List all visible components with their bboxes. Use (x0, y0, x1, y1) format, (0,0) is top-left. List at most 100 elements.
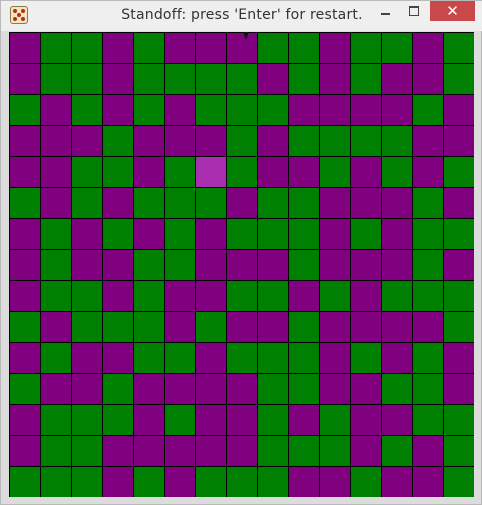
board-cell[interactable] (40, 311, 71, 342)
board-cell[interactable] (164, 404, 195, 435)
board-cell[interactable] (443, 435, 474, 466)
board-cell[interactable] (71, 187, 102, 218)
board-cell[interactable] (350, 280, 381, 311)
board-cell[interactable] (412, 435, 443, 466)
board-cell[interactable] (9, 404, 40, 435)
board-cell[interactable] (412, 342, 443, 373)
board-cell[interactable] (412, 249, 443, 280)
board-cell[interactable] (195, 280, 226, 311)
board-cell[interactable] (164, 32, 195, 63)
board-cell[interactable] (226, 187, 257, 218)
board-cell[interactable] (381, 249, 412, 280)
board-cell[interactable] (381, 404, 412, 435)
board-cell[interactable] (9, 466, 40, 497)
board-cell[interactable] (319, 156, 350, 187)
board-cell[interactable] (412, 125, 443, 156)
board-cell[interactable] (133, 373, 164, 404)
board-cell[interactable] (71, 342, 102, 373)
board-cell[interactable] (195, 404, 226, 435)
board-cell[interactable] (350, 435, 381, 466)
board-cell[interactable] (381, 218, 412, 249)
board-cell[interactable] (381, 187, 412, 218)
board-cell[interactable] (164, 156, 195, 187)
board-cell[interactable] (257, 187, 288, 218)
board-cell[interactable] (133, 94, 164, 125)
board-cell[interactable] (257, 218, 288, 249)
board-cell[interactable] (381, 125, 412, 156)
board-cell[interactable] (40, 94, 71, 125)
board-cell[interactable] (195, 125, 226, 156)
board-cell[interactable] (350, 249, 381, 280)
board-cell[interactable] (226, 125, 257, 156)
board-cell[interactable] (319, 32, 350, 63)
board-cell[interactable] (381, 63, 412, 94)
board-cell[interactable] (133, 63, 164, 94)
board-cell[interactable] (226, 373, 257, 404)
board-cell[interactable] (412, 218, 443, 249)
board-cell[interactable] (40, 466, 71, 497)
board-cell[interactable] (288, 218, 319, 249)
board-cell[interactable] (443, 125, 474, 156)
board-cell[interactable] (443, 373, 474, 404)
board-cell[interactable] (381, 94, 412, 125)
board-cell[interactable] (164, 94, 195, 125)
board-cell[interactable] (102, 187, 133, 218)
board-cell[interactable] (319, 94, 350, 125)
board-cell[interactable] (443, 63, 474, 94)
board-cell[interactable] (40, 435, 71, 466)
board-cell[interactable] (164, 218, 195, 249)
board-cell[interactable] (381, 280, 412, 311)
board-cell[interactable] (226, 435, 257, 466)
board-cell[interactable] (226, 342, 257, 373)
board-cell[interactable] (102, 218, 133, 249)
board-cell[interactable] (288, 435, 319, 466)
board-cell[interactable] (350, 156, 381, 187)
board-cell[interactable] (71, 373, 102, 404)
board-cell[interactable] (164, 435, 195, 466)
board-cell[interactable] (319, 218, 350, 249)
board-cell[interactable] (226, 218, 257, 249)
board-cell[interactable] (164, 373, 195, 404)
board-cell[interactable] (9, 32, 40, 63)
board-cell[interactable] (381, 342, 412, 373)
board-cell[interactable] (288, 311, 319, 342)
board-cell[interactable] (412, 466, 443, 497)
board-cell[interactable] (412, 63, 443, 94)
board-cell[interactable] (133, 466, 164, 497)
board-cell[interactable] (71, 280, 102, 311)
board-cell[interactable] (71, 435, 102, 466)
board-cell[interactable] (226, 249, 257, 280)
board-cell[interactable] (257, 404, 288, 435)
board-cell[interactable] (257, 311, 288, 342)
board-cell[interactable] (350, 373, 381, 404)
board-cell[interactable] (319, 404, 350, 435)
board-cell[interactable] (102, 125, 133, 156)
board-cell-selected[interactable] (195, 156, 226, 187)
board-cell[interactable] (319, 342, 350, 373)
board-cell[interactable] (195, 342, 226, 373)
board-cell[interactable] (443, 187, 474, 218)
board-cell[interactable] (381, 311, 412, 342)
board-cell[interactable] (164, 466, 195, 497)
board-cell[interactable] (288, 187, 319, 218)
board-cell[interactable] (257, 156, 288, 187)
board-cell[interactable] (71, 63, 102, 94)
close-button[interactable]: ✕ (430, 1, 475, 21)
board-cell[interactable] (443, 249, 474, 280)
board-cell[interactable] (257, 249, 288, 280)
board-cell[interactable] (9, 435, 40, 466)
board-cell[interactable] (350, 63, 381, 94)
board-cell[interactable] (40, 218, 71, 249)
board-cell[interactable] (40, 249, 71, 280)
board-cell[interactable] (412, 187, 443, 218)
board-cell[interactable] (133, 280, 164, 311)
board-cell[interactable] (195, 218, 226, 249)
board-cell[interactable] (443, 218, 474, 249)
board-cell[interactable] (195, 311, 226, 342)
board-cell[interactable] (102, 466, 133, 497)
board-cell[interactable] (319, 63, 350, 94)
board-cell[interactable] (40, 280, 71, 311)
board-cell[interactable] (381, 435, 412, 466)
board-cell[interactable] (71, 125, 102, 156)
board-cell[interactable] (257, 466, 288, 497)
